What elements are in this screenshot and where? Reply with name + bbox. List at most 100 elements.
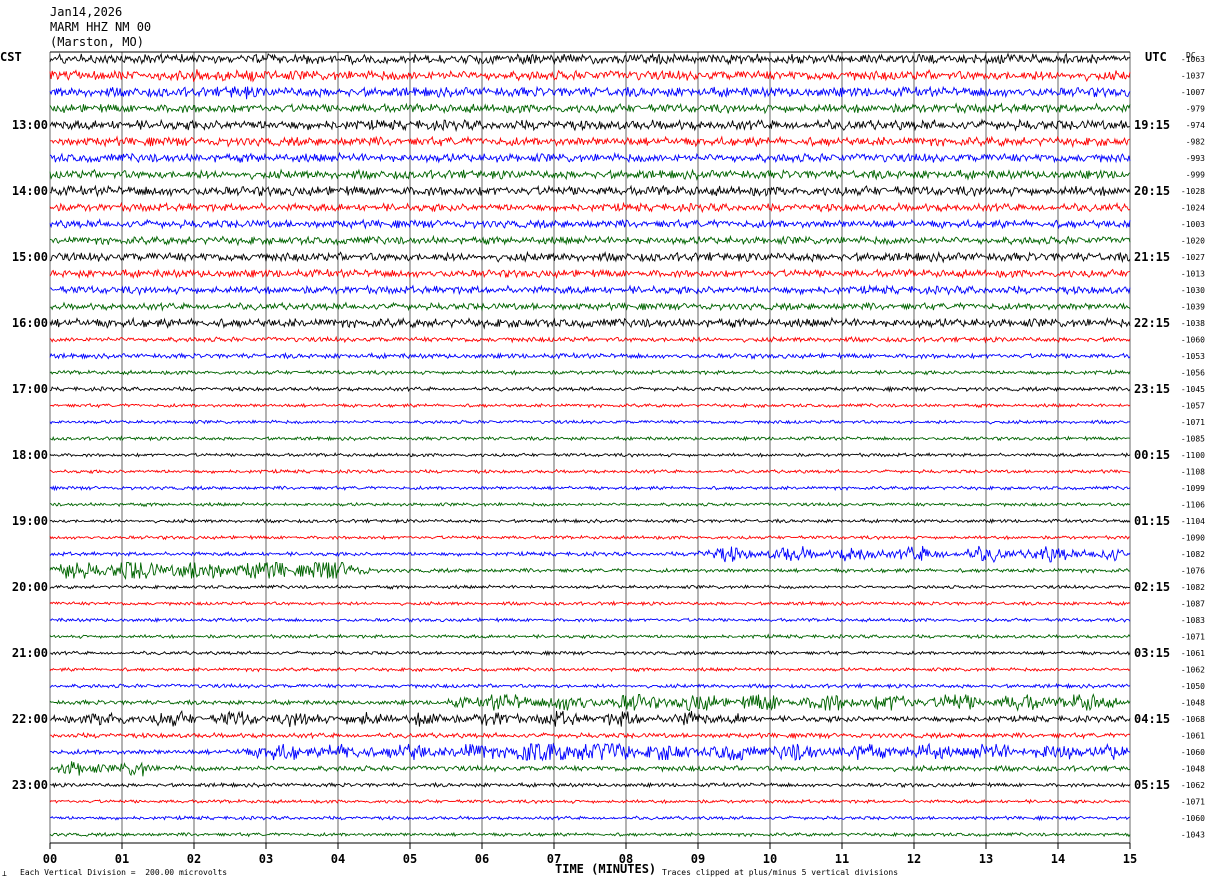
right-hour-label: 20:15 [1134,184,1170,198]
x-tick-label-12: 12 [907,852,921,866]
dc-offset-label: -1082 [1181,550,1205,559]
left-hour-label: 21:00 [12,646,48,660]
dc-offset-label: -1037 [1181,72,1205,81]
trace-row-28 [49,517,1131,525]
trace-row-46 [49,814,1131,822]
left-hour-label: 16:00 [12,316,48,330]
dc-offset-label: -1083 [1181,616,1205,625]
dc-offset-label: -1063 [1181,55,1205,64]
trace-row-8 [49,184,1131,198]
dc-offset-label: -1060 [1181,748,1205,757]
dc-offset-label: -1060 [1181,814,1205,823]
dc-offset-label: -974 [1186,121,1205,130]
right-timezone-label: UTC [1145,50,1167,64]
location-label: (Marston, MO) [50,35,144,49]
x-tick-label-15: 15 [1123,852,1137,866]
left-hour-label: 18:00 [12,448,48,462]
dc-offset-label: -1100 [1181,451,1205,460]
x-tick-label-09: 09 [691,852,705,866]
trace-row-29 [49,534,1131,541]
dc-offset-label: -1028 [1181,187,1205,196]
x-tick-label-02: 02 [187,852,201,866]
trace-row-18 [49,351,1131,360]
x-axis-title: TIME (MINUTES) [555,862,656,876]
x-tick-label-05: 05 [403,852,417,866]
trace-row-1 [49,69,1131,83]
x-tick-label-00: 00 [43,852,57,866]
dc-offset-label: -1048 [1181,765,1205,774]
trace-row-38 [49,682,1131,690]
minute-gridlines [49,52,1131,843]
trace-row-36 [50,650,1131,657]
dc-offset-label: -1099 [1181,484,1205,493]
dc-offset-label: -1106 [1181,501,1205,510]
trace-row-43 [49,761,1131,777]
dc-offset-label: -1104 [1181,517,1205,526]
left-timezone-label: CST [0,50,22,64]
trace-row-32 [49,584,1131,590]
trace-row-13 [49,268,1131,280]
trace-row-7 [49,168,1131,181]
right-hour-label: 01:15 [1134,514,1170,528]
trace-row-39 [49,693,1131,712]
left-hour-label: 13:00 [12,118,48,132]
seismic-traces [49,52,1131,838]
x-tick-label-14: 14 [1051,852,1065,866]
dc-offset-label: -1038 [1181,319,1205,328]
dc-offset-label: -1007 [1181,88,1205,97]
left-hour-label: 22:00 [12,712,48,726]
clip-note: Traces clipped at plus/minus 5 vertical … [662,868,898,877]
dc-offset-label: -1071 [1181,418,1205,427]
dc-offset-label: -1076 [1181,567,1205,576]
dc-offset-label: -1057 [1181,402,1205,411]
trace-row-14 [49,284,1131,297]
dc-offset-label: -1071 [1181,633,1205,642]
x-tick-label-11: 11 [835,852,849,866]
trace-row-34 [49,617,1131,624]
x-tick-label-10: 10 [763,852,777,866]
x-tick-label-03: 03 [259,852,273,866]
station-label: MARM HHZ NM 00 [50,20,151,34]
dc-offset-label: -1108 [1181,468,1205,477]
trace-row-9 [49,201,1131,214]
dc-offset-label: -982 [1186,138,1205,147]
x-tick-label-06: 06 [475,852,489,866]
right-hour-label: 23:15 [1134,382,1170,396]
dc-offset-label: -1087 [1181,600,1205,609]
dc-offset-label: -999 [1186,171,1205,180]
trace-row-22 [49,419,1131,425]
right-hour-label: 02:15 [1134,580,1170,594]
dc-offset-label: -1090 [1181,534,1205,543]
trace-row-0 [49,52,1131,66]
x-tick-label-13: 13 [979,852,993,866]
x-tick-label-04: 04 [331,852,345,866]
trace-row-16 [49,316,1131,330]
dc-offset-label: -1020 [1181,237,1205,246]
dc-offset-label: -1050 [1181,682,1205,691]
right-hour-label: 03:15 [1134,646,1170,660]
right-hour-label: 19:15 [1134,118,1170,132]
trace-row-40 [49,709,1131,728]
trace-row-6 [49,151,1131,164]
trace-row-26 [49,485,1131,492]
trace-row-45 [49,798,1130,805]
dc-offset-label: -1039 [1181,303,1205,312]
trace-row-10 [49,218,1131,230]
right-hour-label: 05:15 [1134,778,1170,792]
dc-offset-label: -1056 [1181,369,1205,378]
trace-row-25 [49,468,1131,475]
dc-offset-label: -1061 [1181,649,1205,658]
trace-row-21 [49,402,1131,409]
trace-row-23 [49,435,1131,442]
trace-row-24 [49,452,1131,458]
dc-offset-label: -1048 [1181,699,1205,708]
dc-offset-label: -1062 [1181,781,1205,790]
trace-row-31 [49,561,1131,580]
trace-row-4 [49,118,1131,133]
dc-offset-label: -1071 [1181,798,1205,807]
dc-offset-labels: -1063 -1037 -1007 -979 -974 -982 -993 -999 -1028… [1181,55,1205,840]
dc-offset-label: -1068 [1181,715,1205,724]
trace-row-5 [49,135,1131,149]
dc-offset-label: -1045 [1181,385,1205,394]
dc-offset-label: -1030 [1181,286,1205,295]
